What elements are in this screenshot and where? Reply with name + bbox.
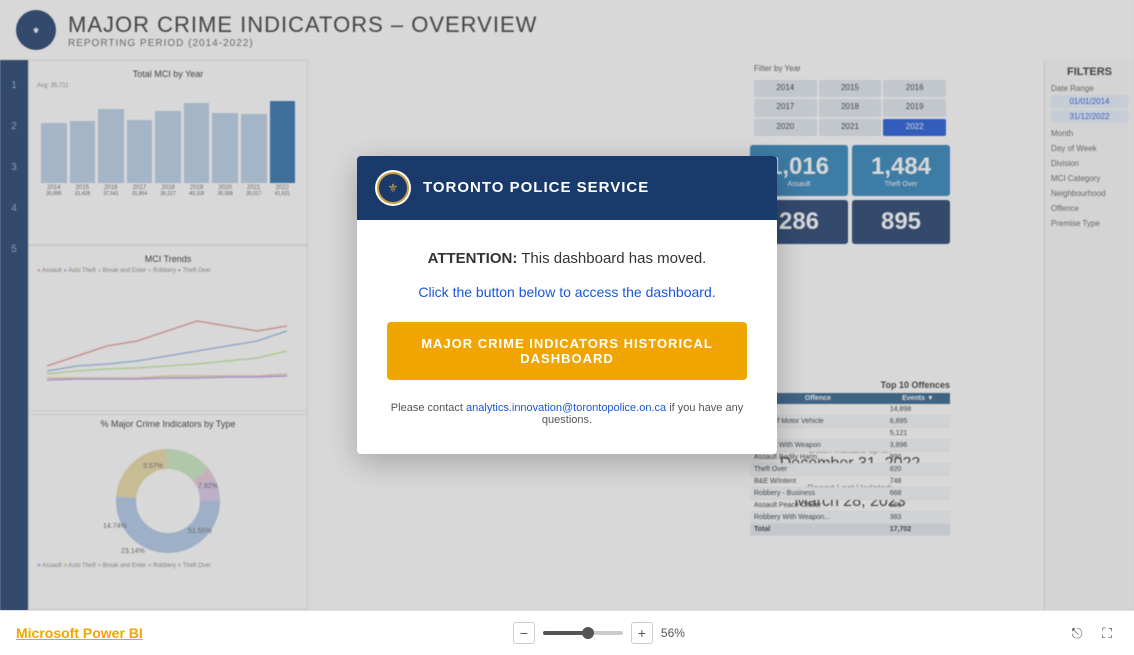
click-text: Click the button below to access the das… [387,284,747,300]
attention-text: This dashboard has moved. [517,250,706,267]
share-icon[interactable]: ⎋ [1066,622,1088,644]
fullscreen-icon[interactable]: ⛶ [1096,622,1118,644]
modal-header-title: TORONTO POLICE SERVICE [423,179,649,196]
attention-paragraph: ATTENTION: This dashboard has moved. [387,248,747,271]
modal-logo-inner [377,172,409,204]
contact-email-link[interactable]: analytics.innovation@torontopolice.on.ca [466,402,666,414]
powerbi-link[interactable]: Microsoft Power BI [16,625,143,641]
zoom-minus-button[interactable]: − [513,622,535,644]
contact-text: Please contact analytics.innovation@toro… [387,402,747,426]
bottom-bar: Microsoft Power BI − + 56% ⎋ ⛶ [0,610,1134,655]
modal-body: ATTENTION: This dashboard has moved. Cli… [357,220,777,455]
dashboard-redirect-button[interactable]: MAJOR CRIME INDICATORS HISTORICAL DASHBO… [387,322,747,380]
bottom-icons: ⎋ ⛶ [1066,622,1118,644]
zoom-slider[interactable] [543,631,623,635]
contact-prefix: Please contact [391,402,466,414]
zoom-plus-button[interactable]: + [631,622,653,644]
modal-logo [375,170,411,206]
zoom-slider-fill [543,631,588,635]
modal-overlay: TORONTO POLICE SERVICE ATTENTION: This d… [0,0,1134,610]
zoom-controls: − + 56% [513,622,696,644]
modal-dialog: TORONTO POLICE SERVICE ATTENTION: This d… [357,156,777,455]
zoom-percent-label: 56% [661,626,696,640]
modal-header: TORONTO POLICE SERVICE [357,156,777,220]
zoom-slider-thumb [582,627,594,639]
attention-label: ATTENTION: [428,250,518,267]
